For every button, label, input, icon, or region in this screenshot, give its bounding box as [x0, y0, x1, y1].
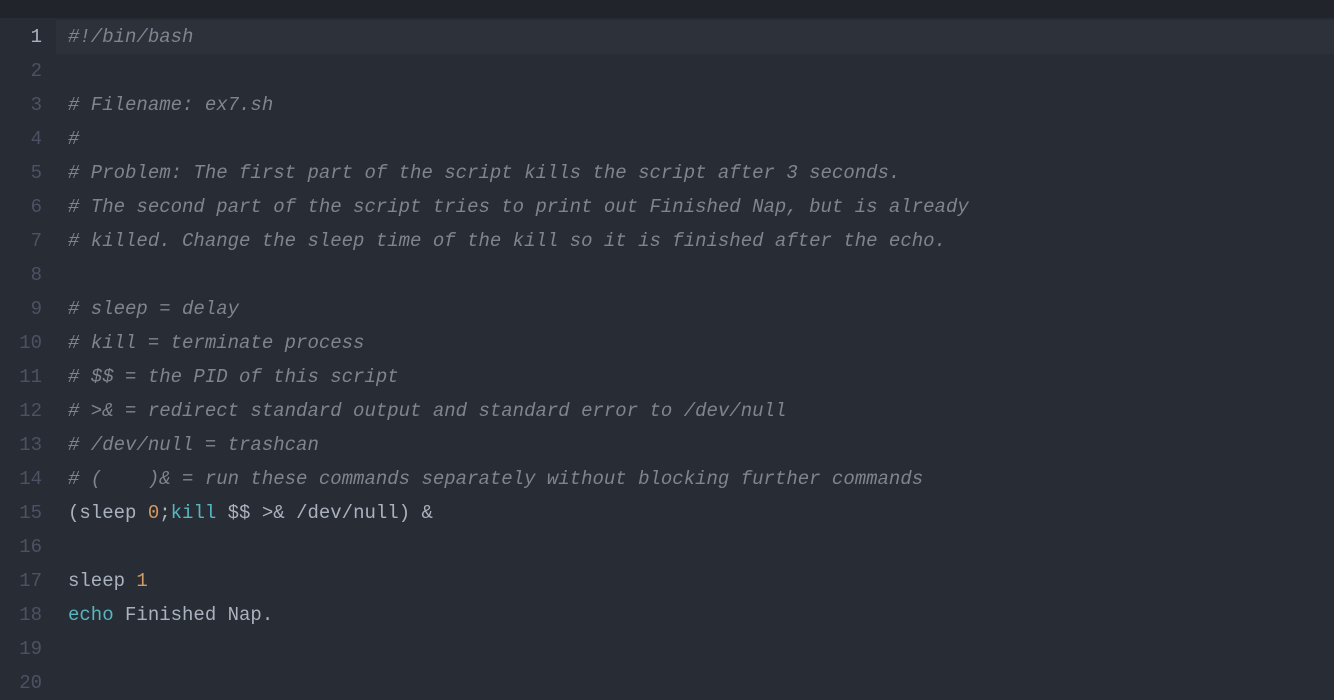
line-number: 12	[0, 394, 42, 428]
line-number: 14	[0, 462, 42, 496]
code-line[interactable]: # >& = redirect standard output and stan…	[56, 394, 1334, 428]
line-number: 15	[0, 496, 42, 530]
editor-top-bar	[0, 0, 1334, 18]
token-number: 0	[148, 502, 159, 524]
code-line[interactable]: #	[56, 122, 1334, 156]
code-line[interactable]: # Filename: ex7.sh	[56, 88, 1334, 122]
code-line[interactable]	[56, 666, 1334, 700]
line-number: 19	[0, 632, 42, 666]
token-comment: # Problem: The first part of the script …	[68, 162, 900, 184]
code-line[interactable]: #!/bin/bash	[56, 20, 1334, 54]
line-number: 1	[0, 20, 42, 54]
code-line[interactable]: # kill = terminate process	[56, 326, 1334, 360]
code-line[interactable]	[56, 258, 1334, 292]
line-number: 7	[0, 224, 42, 258]
token-plain: &	[422, 502, 433, 524]
token-comment: # kill = terminate process	[68, 332, 364, 354]
code-line[interactable]: # /dev/null = trashcan	[56, 428, 1334, 462]
token-plain: (sleep	[68, 502, 148, 524]
token-comment: # >& = redirect standard output and stan…	[68, 400, 786, 422]
code-editor[interactable]: 1234567891011121314151617181920 #!/bin/b…	[0, 0, 1334, 682]
token-comment: # ( )& = run these commands separately w…	[68, 468, 923, 490]
line-number: 2	[0, 54, 42, 88]
code-line[interactable]: # ( )& = run these commands separately w…	[56, 462, 1334, 496]
line-number: 10	[0, 326, 42, 360]
token-builtin: echo	[68, 604, 114, 626]
token-plain: /dev/null)	[285, 502, 422, 524]
line-number: 11	[0, 360, 42, 394]
line-number: 16	[0, 530, 42, 564]
token-comment: # The second part of the script tries to…	[68, 196, 969, 218]
token-plain: $$	[216, 502, 262, 524]
token-comment: #	[68, 128, 79, 150]
code-line[interactable]	[56, 632, 1334, 666]
line-number: 20	[0, 666, 42, 700]
line-number: 18	[0, 598, 42, 632]
token-comment: # killed. Change the sleep time of the k…	[68, 230, 946, 252]
code-line[interactable]	[56, 530, 1334, 564]
code-line[interactable]: # killed. Change the sleep time of the k…	[56, 224, 1334, 258]
line-number: 6	[0, 190, 42, 224]
token-comment: # /dev/null = trashcan	[68, 434, 319, 456]
token-comment: # $$ = the PID of this script	[68, 366, 399, 388]
line-number: 13	[0, 428, 42, 462]
code-line[interactable]: # The second part of the script tries to…	[56, 190, 1334, 224]
code-line[interactable]	[56, 54, 1334, 88]
line-number: 9	[0, 292, 42, 326]
code-line[interactable]: echo Finished Nap.	[56, 598, 1334, 632]
line-number: 17	[0, 564, 42, 598]
token-comment: # Filename: ex7.sh	[68, 94, 273, 116]
token-comment: #!/bin/bash	[68, 26, 193, 48]
token-comment: # sleep = delay	[68, 298, 239, 320]
code-line[interactable]: # $$ = the PID of this script	[56, 360, 1334, 394]
code-line[interactable]: sleep 1	[56, 564, 1334, 598]
line-number-gutter: 1234567891011121314151617181920	[0, 0, 56, 682]
token-plain: Finished Nap.	[114, 604, 274, 626]
token-plain: sleep	[68, 570, 136, 592]
code-area[interactable]: #!/bin/bash # Filename: ex7.sh # # Problem…	[56, 0, 1334, 682]
code-line[interactable]: (sleep 0;kill $$ >& /dev/null) &	[56, 496, 1334, 530]
token-plain: >&	[262, 502, 285, 524]
line-number: 8	[0, 258, 42, 292]
token-number: 1	[136, 570, 147, 592]
code-line[interactable]: # Problem: The first part of the script …	[56, 156, 1334, 190]
line-number: 5	[0, 156, 42, 190]
line-number: 3	[0, 88, 42, 122]
token-plain: ;	[159, 502, 170, 524]
code-line[interactable]: # sleep = delay	[56, 292, 1334, 326]
token-builtin: kill	[171, 502, 217, 524]
line-number: 4	[0, 122, 42, 156]
